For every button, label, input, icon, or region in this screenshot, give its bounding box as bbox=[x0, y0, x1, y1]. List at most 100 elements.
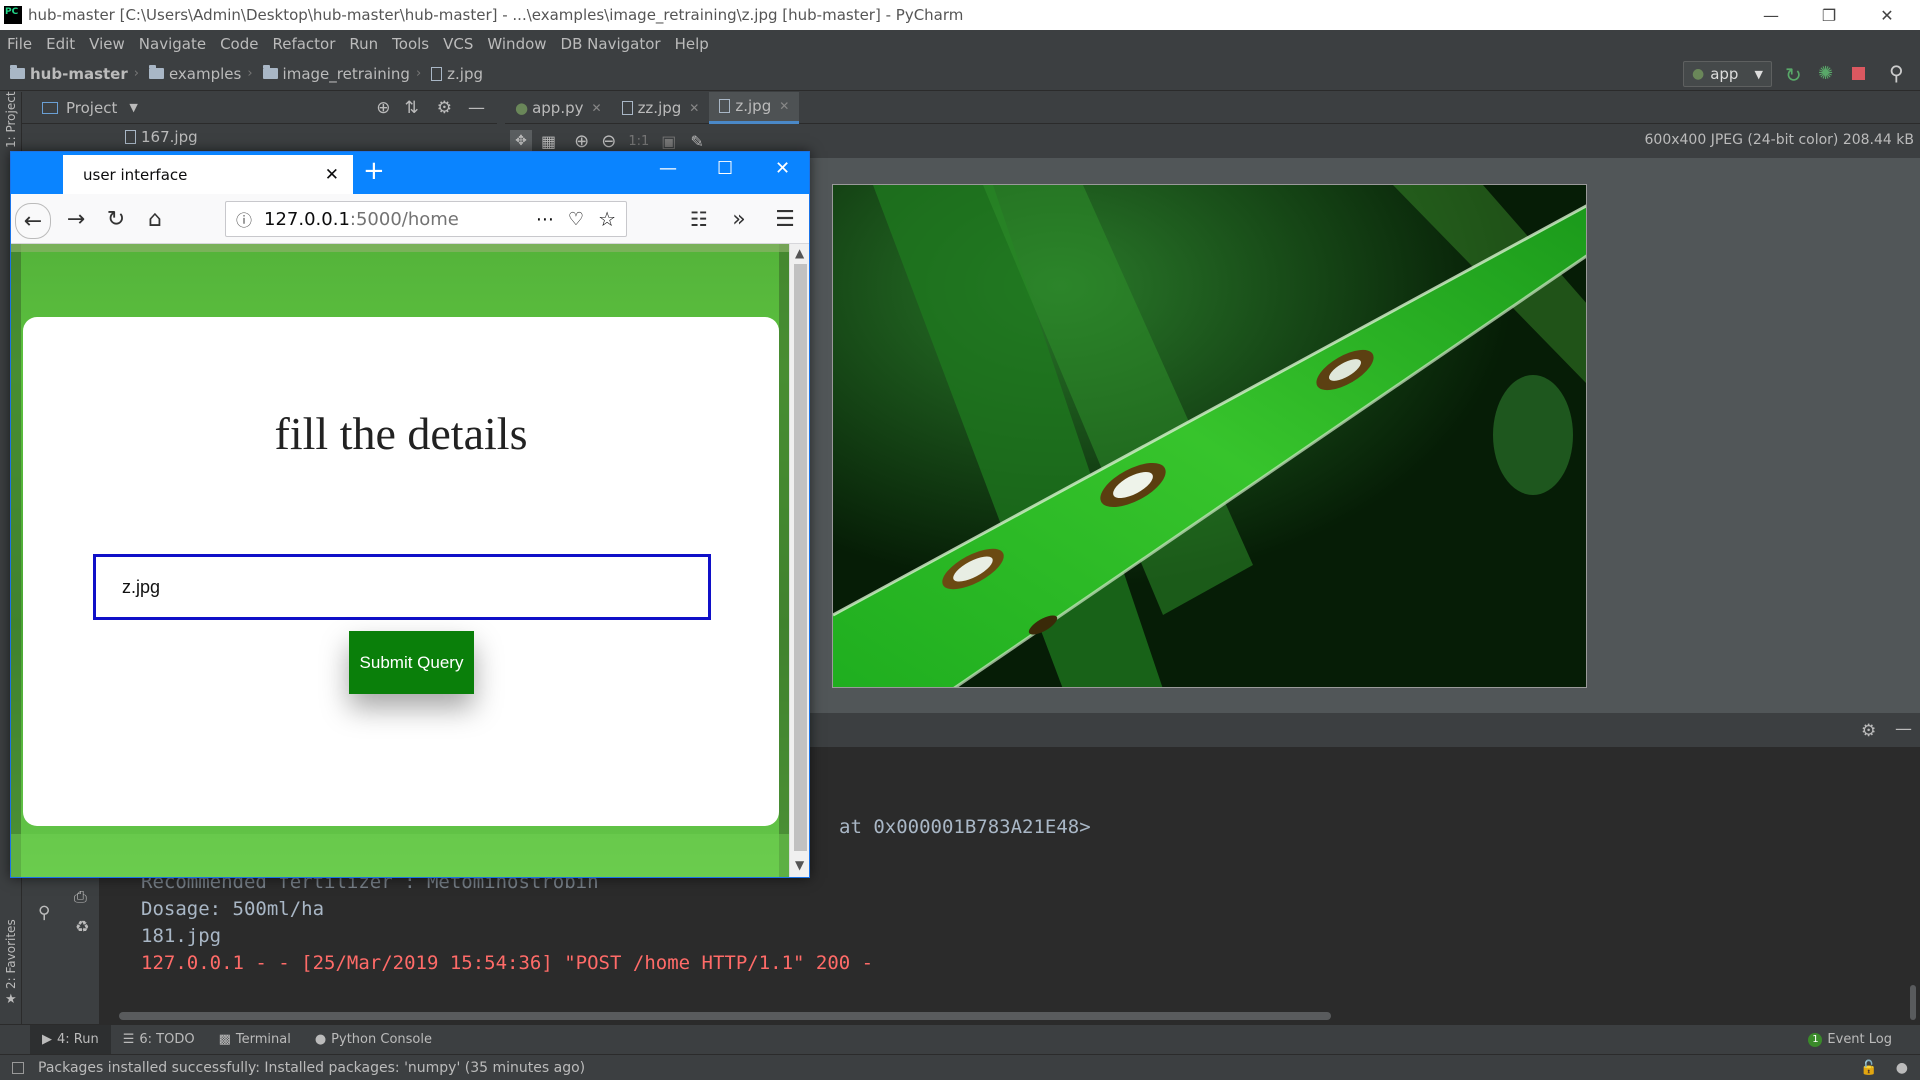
tab-python-console[interactable]: ● Python Console bbox=[303, 1025, 444, 1055]
new-tab-icon[interactable]: + bbox=[363, 156, 385, 186]
hide-panel-icon[interactable]: — bbox=[468, 98, 485, 118]
scroll-down-icon[interactable]: ▼ bbox=[795, 858, 804, 872]
home-icon[interactable]: ⌂ bbox=[139, 203, 171, 235]
search-icon[interactable]: ⚲ bbox=[1889, 61, 1904, 85]
zoom-out-icon[interactable]: ⊖ bbox=[601, 131, 616, 152]
close-tab-icon[interactable]: ✕ bbox=[325, 165, 339, 185]
tree-item[interactable]: 167.jpg bbox=[141, 128, 198, 146]
menu-window[interactable]: Window bbox=[480, 35, 553, 53]
event-log-button[interactable]: 1 Event Log bbox=[1796, 1025, 1904, 1055]
tab-run[interactable]: ▶ 4: Run bbox=[30, 1024, 111, 1055]
restore-icon[interactable]: ❐ bbox=[1800, 0, 1858, 30]
menu-view[interactable]: View bbox=[82, 35, 132, 53]
bookmark-star-icon[interactable]: ☆ bbox=[598, 207, 616, 231]
tab-app-py[interactable]: ● app.py ✕ bbox=[505, 92, 612, 124]
minimize-icon[interactable]: — bbox=[659, 158, 677, 179]
firefox-tab-strip: user interface ✕ + — ☐ ✕ bbox=[11, 152, 809, 194]
close-tab-icon[interactable]: ✕ bbox=[689, 101, 699, 115]
project-view-select[interactable]: Project bbox=[66, 99, 117, 117]
locate-icon[interactable]: ⊕ bbox=[376, 98, 390, 118]
trash-icon[interactable]: ♻ bbox=[75, 917, 89, 936]
menu-help[interactable]: Help bbox=[668, 35, 716, 53]
lock-icon[interactable]: 🔓 bbox=[1860, 1060, 1877, 1076]
bottom-tool-bar: ▶ 4: Run ☰ 6: TODO ▩ Terminal ● Python C… bbox=[0, 1024, 1920, 1055]
run-configuration-select[interactable]: ● app ▼ bbox=[1683, 61, 1772, 87]
breadcrumb-hub-master[interactable]: hub-master bbox=[10, 65, 128, 83]
project-view-icon bbox=[42, 101, 58, 114]
tab-z-jpg[interactable]: z.jpg ✕ bbox=[709, 91, 800, 124]
fit-zoom-icon[interactable]: ✥ bbox=[510, 130, 532, 152]
browser-tab[interactable]: user interface ✕ bbox=[63, 155, 353, 194]
project-tool-button[interactable]: 1: Project bbox=[4, 91, 18, 148]
menu-tools[interactable]: Tools bbox=[385, 35, 436, 53]
menu-refactor[interactable]: Refactor bbox=[265, 35, 342, 53]
status-bar: Packages installed successfully: Install… bbox=[0, 1054, 1920, 1080]
breadcrumb-examples[interactable]: examples bbox=[148, 65, 241, 83]
gear-icon[interactable]: ⚙ bbox=[437, 98, 452, 118]
tool-window-toggle-icon[interactable] bbox=[12, 1061, 24, 1074]
chevron-down-icon[interactable]: ▼ bbox=[129, 101, 137, 114]
close-window-icon[interactable]: ✕ bbox=[775, 158, 790, 179]
debug-icon[interactable]: ✺ bbox=[1818, 63, 1833, 84]
library-icon[interactable]: ☷ bbox=[683, 203, 715, 235]
tab-zz-jpg[interactable]: zz.jpg ✕ bbox=[612, 92, 710, 124]
menu-navigate[interactable]: Navigate bbox=[132, 35, 213, 53]
close-tab-icon[interactable]: ✕ bbox=[592, 101, 602, 115]
color-picker-icon[interactable]: ✎ bbox=[690, 132, 703, 151]
gear-icon[interactable]: ⚙ bbox=[1861, 721, 1876, 741]
print-icon[interactable]: ⎙ bbox=[74, 887, 87, 907]
menu-db-navigator[interactable]: DB Navigator bbox=[554, 35, 668, 53]
tab-todo[interactable]: ☰ 6: TODO bbox=[111, 1025, 207, 1055]
menu-file[interactable]: File bbox=[0, 35, 39, 53]
python-icon: ● bbox=[314, 1032, 327, 1047]
chevron-right-icon: › bbox=[133, 66, 139, 81]
reload-icon[interactable]: ↻ bbox=[100, 203, 132, 235]
web-page: fill the details z.jpg Submit Query bbox=[11, 244, 789, 877]
url-bar[interactable]: ⓘ 127.0.0.1:5000/home ⋯ ♡ ☆ bbox=[225, 201, 627, 237]
scroll-up-icon[interactable]: ▲ bbox=[795, 246, 804, 260]
overflow-menu-icon[interactable]: » bbox=[723, 203, 755, 235]
actual-size-button[interactable]: 1:1 bbox=[628, 134, 649, 149]
chevron-right-icon: › bbox=[415, 66, 422, 81]
pin-icon[interactable]: ⚲ bbox=[38, 903, 50, 923]
navigation-bar: hub-master › examples › image_retraining… bbox=[0, 57, 1920, 91]
console-horizontal-scrollbar[interactable] bbox=[119, 1012, 1331, 1020]
breadcrumb-z-jpg[interactable]: z.jpg bbox=[431, 65, 483, 83]
tab-terminal[interactable]: ▩ Terminal bbox=[207, 1025, 303, 1055]
hide-panel-icon[interactable]: — bbox=[1895, 719, 1912, 739]
scrollbar-thumb[interactable] bbox=[794, 264, 807, 851]
collapse-all-icon[interactable]: ⇅ bbox=[405, 98, 419, 118]
menu-code[interactable]: Code bbox=[213, 35, 265, 53]
terminal-icon: ▩ bbox=[218, 1032, 231, 1047]
breadcrumb-image-retraining[interactable]: image_retraining bbox=[262, 65, 410, 83]
console-vertical-scrollbar[interactable] bbox=[1910, 985, 1916, 1020]
stop-icon[interactable] bbox=[1852, 67, 1865, 80]
menu-run[interactable]: Run bbox=[342, 35, 385, 53]
minimize-icon[interactable]: — bbox=[1742, 0, 1800, 30]
grid-icon[interactable]: ▦ bbox=[541, 132, 556, 151]
python-icon: ● bbox=[1692, 66, 1705, 82]
back-icon[interactable]: ← bbox=[15, 203, 51, 239]
pocket-icon[interactable]: ♡ bbox=[568, 209, 584, 230]
zoom-in-icon[interactable]: ⊕ bbox=[574, 131, 589, 152]
fit-window-icon[interactable]: ▣ bbox=[661, 132, 676, 151]
event-count-badge: 1 bbox=[1808, 1032, 1823, 1047]
submit-query-button[interactable]: Submit Query bbox=[349, 631, 474, 694]
leaf-image-graphic bbox=[833, 185, 1586, 687]
todo-icon: ☰ bbox=[122, 1032, 135, 1047]
maximize-icon[interactable]: ☐ bbox=[717, 158, 733, 179]
file-name-input[interactable]: z.jpg bbox=[93, 554, 711, 620]
forward-icon[interactable]: → bbox=[60, 203, 92, 235]
info-icon[interactable]: ⓘ bbox=[236, 207, 252, 231]
page-vertical-scrollbar[interactable]: ▲ ▼ bbox=[789, 244, 809, 877]
close-window-icon[interactable]: ✕ bbox=[1858, 0, 1916, 30]
rerun-icon[interactable]: ↻ bbox=[1785, 63, 1802, 87]
close-tab-icon[interactable]: ✕ bbox=[779, 99, 789, 113]
menu-vcs[interactable]: VCS bbox=[436, 35, 480, 53]
page-actions-icon[interactable]: ⋯ bbox=[536, 209, 554, 230]
menu-edit[interactable]: Edit bbox=[39, 35, 82, 53]
hamburger-menu-icon[interactable]: ☰ bbox=[769, 203, 801, 235]
favorites-tool-button[interactable]: 2: Favorites bbox=[4, 919, 18, 989]
url-host: 127.0.0.1 bbox=[264, 208, 350, 230]
notifications-icon[interactable]: ● bbox=[1896, 1060, 1908, 1076]
